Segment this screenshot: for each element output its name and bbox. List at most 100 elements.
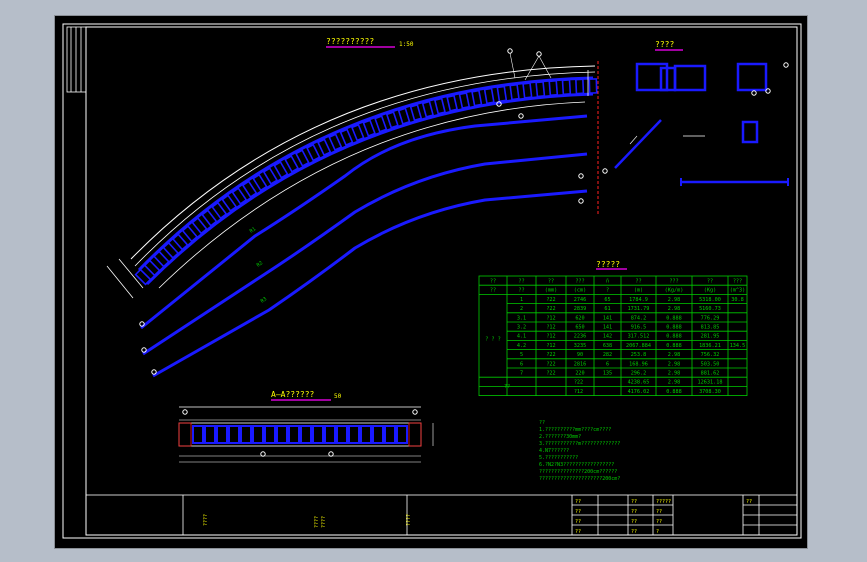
table-cell: 141 — [603, 325, 612, 331]
section-details: ???? — [614, 40, 789, 186]
stirrup — [241, 180, 258, 199]
table-cell: 65 — [604, 297, 610, 303]
aa-stirrup — [192, 425, 204, 444]
stirrup — [231, 187, 248, 205]
table-cell: 61 — [604, 306, 610, 312]
concrete-total: 134.5 — [730, 343, 746, 349]
cad-drawing: R1 R2 R3 ?????????? 1:50 ???? ????? ?? ?… — [62, 23, 802, 539]
stirrup — [221, 194, 238, 213]
table-cell: 1 — [520, 297, 523, 303]
note-line: 6.?N2?N3????????????????? — [539, 462, 614, 468]
table-cell: 317.512 — [628, 334, 650, 340]
table-cell: ?22 — [546, 371, 555, 377]
tb-cell: ?? — [575, 529, 581, 535]
sum-type: ?12 — [574, 389, 583, 395]
sum-cell: 4238.65 — [628, 380, 650, 386]
stirrup — [143, 259, 161, 277]
table-header: ñ — [606, 279, 609, 285]
tb-cell: ?? — [575, 519, 581, 525]
cad-viewport[interactable]: R1 R2 R3 ?????????? 1:50 ???? ????? ?? ?… — [54, 15, 808, 549]
table-cell: ?12 — [546, 315, 555, 321]
stirrup — [328, 133, 343, 152]
table-cell: 650 — [575, 325, 584, 331]
table-cell: 4.2 — [517, 343, 526, 349]
table-cell: 0.888 — [666, 315, 682, 321]
tb-cell: ?? — [575, 499, 581, 505]
sum-cell: 0.888 — [666, 389, 682, 395]
stirrup — [201, 209, 218, 227]
stirrup — [362, 119, 376, 137]
table-unit: (mm) — [545, 288, 558, 294]
sum-cell: 12631.18 — [698, 380, 723, 386]
table-cell: ?22 — [546, 297, 555, 303]
table-cell: 1836.21 — [699, 343, 721, 349]
table-cell: 2839 — [574, 306, 587, 312]
sum-type: ?22 — [574, 380, 583, 386]
aa-title: A—A?????? — [271, 390, 315, 399]
table-cell: 7 — [520, 371, 523, 377]
aa-scale: 50 — [334, 393, 342, 400]
aa-stirrup — [348, 425, 360, 444]
table-cell: 2.98 — [668, 306, 681, 312]
table-cell: 5160.73 — [699, 306, 721, 312]
sum-cell: 2.98 — [668, 380, 681, 386]
stirrup — [397, 107, 411, 125]
table-cell: 2816 — [574, 361, 587, 367]
table-cell: 135 — [603, 371, 612, 377]
inner-frame — [85, 26, 798, 536]
tb-cell: ?? — [631, 499, 637, 505]
table-unit: ? — [606, 288, 609, 294]
aa-stirrup — [240, 425, 252, 444]
aa-stirrup — [300, 425, 312, 444]
sum-cell: 4176.02 — [628, 389, 650, 395]
tb-cell: ?? — [656, 519, 662, 525]
aa-stirrup — [384, 425, 396, 444]
plan-scale: 1:50 — [399, 41, 414, 48]
stirrup-ticks — [134, 78, 598, 286]
table-cell: 168.96 — [629, 361, 648, 367]
general-notes: ??1.??????????mm????cm????2.???????30mm?… — [539, 420, 620, 482]
table-cell: 5 — [520, 352, 523, 358]
note-line: 3.???????????m????????????? — [539, 441, 620, 447]
table-cell: ?12 — [546, 343, 555, 349]
stirrup — [181, 225, 199, 243]
tb-cell: ?? — [631, 509, 637, 515]
stirrup — [316, 138, 332, 157]
table-cell: 142 — [603, 334, 612, 340]
tb-cell: ???? — [314, 516, 320, 528]
beam-outer-line-2 — [134, 71, 596, 267]
table-cell: 6 — [520, 361, 523, 367]
table-header: ?? — [548, 279, 554, 285]
plan-title: ?????????? — [326, 37, 374, 46]
table-cell: 776.29 — [701, 315, 720, 321]
stirrup — [421, 100, 435, 118]
aa-stirrup — [324, 425, 336, 444]
stirrup — [548, 79, 559, 97]
stirrup — [496, 85, 508, 103]
table-cell: 2746 — [574, 297, 587, 303]
note-line: 2.???????30mm? — [539, 434, 581, 440]
table-cell: 282 — [603, 352, 612, 358]
aa-stirrup — [312, 425, 324, 444]
table-header: ??? — [575, 279, 584, 285]
binding-strip — [66, 26, 87, 93]
table-cell: 4.1 — [517, 334, 526, 340]
table-cell: 0.888 — [666, 334, 682, 340]
note-line: 1.??????????mm????cm???? — [539, 427, 611, 433]
table-cell: 2067.884 — [626, 343, 651, 349]
stirrup — [350, 123, 365, 142]
table-header: ?? — [635, 279, 641, 285]
table-header: ??? — [669, 279, 678, 285]
curve-label-1: R1 — [249, 226, 257, 234]
aa-stirrup — [252, 425, 264, 444]
note-line: ?????????????????????200cm? — [539, 476, 620, 482]
table-cell: 916.5 — [631, 325, 647, 331]
table-cell: 5318.00 — [699, 297, 721, 303]
tb-cell: ? — [656, 529, 659, 535]
table-unit: (m) — [634, 288, 643, 294]
table-header: ?? — [518, 279, 524, 285]
tb-cell: ?? — [575, 509, 581, 515]
table-cell: 0.888 — [666, 343, 682, 349]
table-cell: 881.62 — [701, 371, 720, 377]
curve-label-3: R3 — [260, 296, 268, 304]
